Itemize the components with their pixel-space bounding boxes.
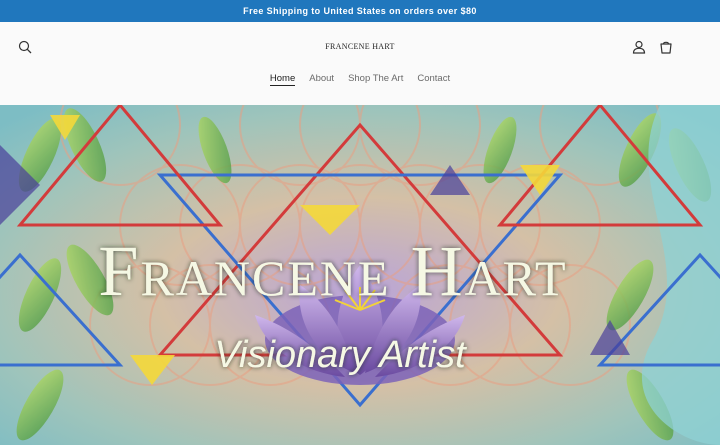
hero-subtitle: Visionary Artist [214,334,467,376]
logo-link[interactable]: FRANCENE HART [325,42,394,51]
site-logo: FRANCENE HART [0,42,720,51]
announcement-bar: Free Shipping to United States on orders… [0,0,720,22]
cart-icon[interactable] [656,37,676,57]
user-icon[interactable] [629,37,649,57]
hero-artwork: Francene Hart Visionary Artist [0,105,720,445]
nav-item-shop-the-art[interactable]: Shop The Art [348,73,403,86]
nav-item-contact[interactable]: Contact [417,73,450,86]
site-header: FRANCENE HART Home About Shop The Art Co… [0,22,720,105]
hero-banner[interactable]: Francene Hart Visionary Artist [0,105,720,445]
nav-item-home[interactable]: Home [269,73,296,86]
nav-item-about[interactable]: About [309,73,334,86]
main-nav: Home About Shop The Art Contact [0,73,720,86]
hero-title: Francene Hart [98,231,567,311]
announcement-text: Free Shipping to United States on orders… [243,6,477,16]
